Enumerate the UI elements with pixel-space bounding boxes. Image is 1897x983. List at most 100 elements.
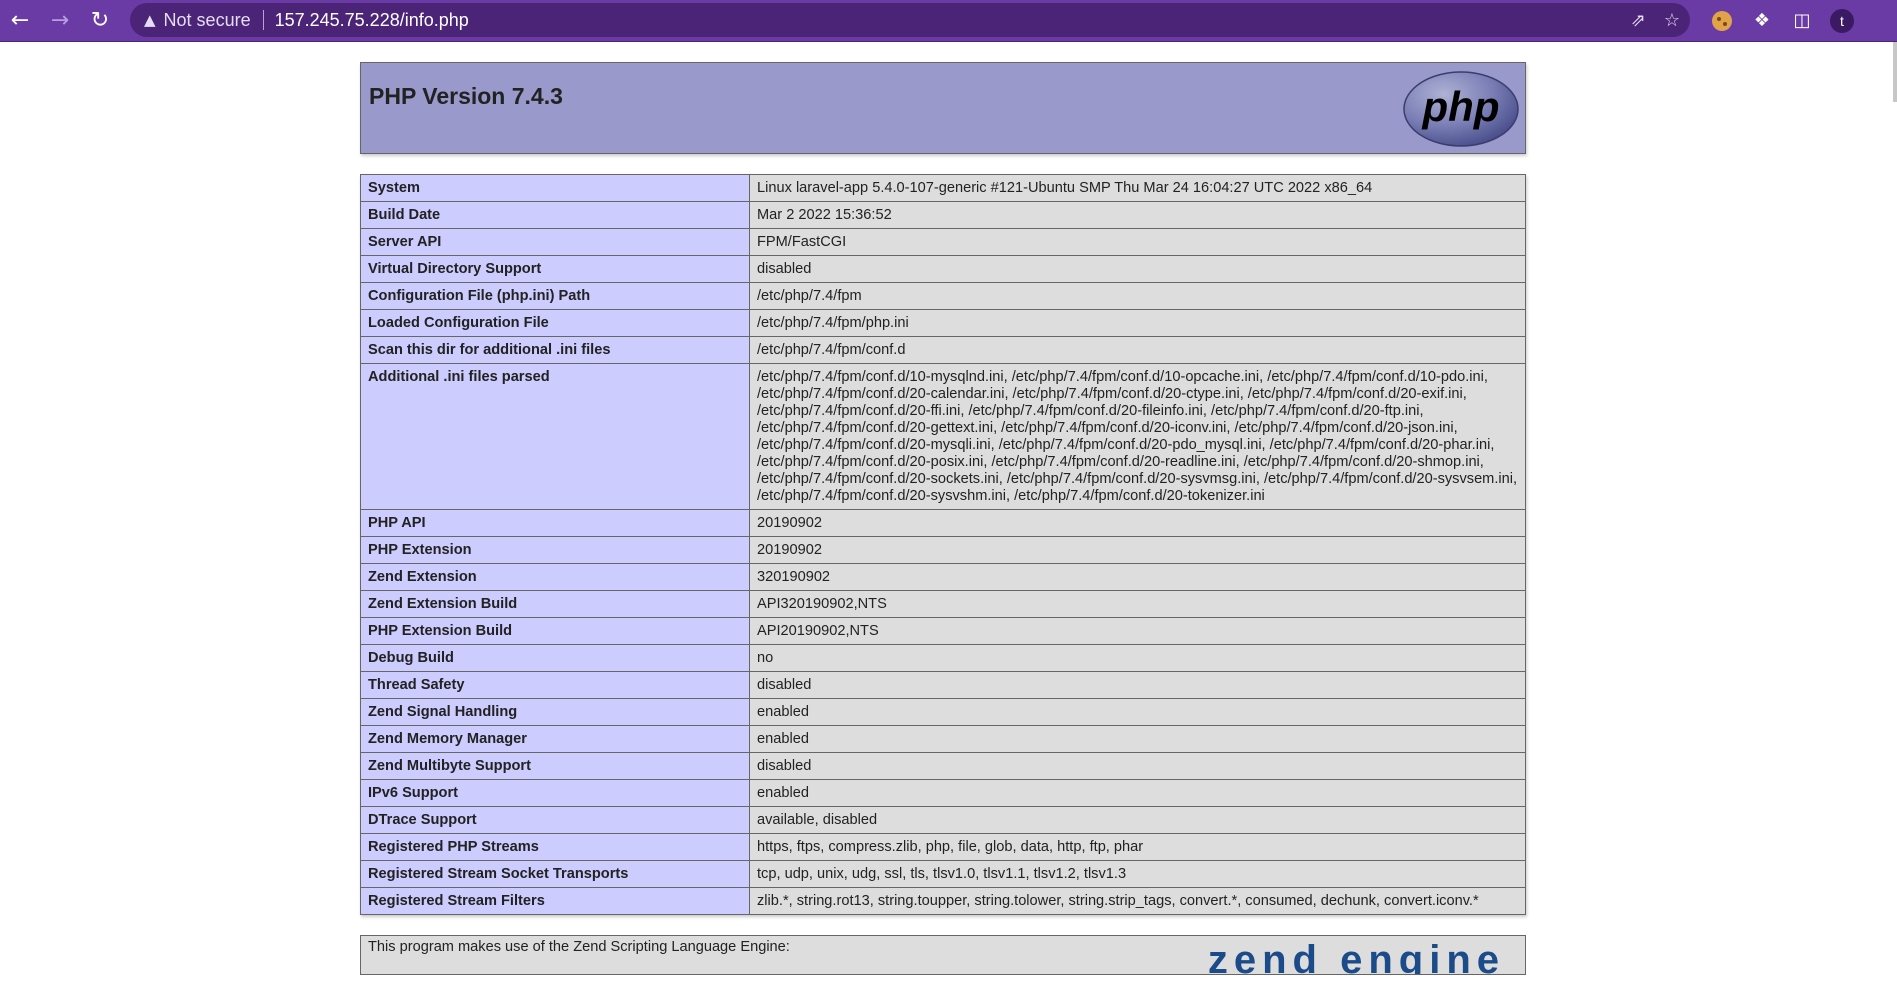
row-value: Linux laravel-app 5.4.0-107-generic #121… [749, 174, 1526, 202]
toolbar-divider [0, 41, 1897, 42]
row-value: API20190902,NTS [749, 617, 1526, 645]
row-value: /etc/php/7.4/fpm/conf.d/10-mysqlnd.ini, … [749, 363, 1526, 510]
table-row: Debug Build no [360, 644, 1526, 672]
row-key: Server API [360, 228, 750, 256]
row-key: Scan this dir for additional .ini files [360, 336, 750, 364]
row-key: Additional .ini files parsed [360, 363, 750, 510]
phpinfo-page: PHP Version 7.4.3 php System Linux larave… [360, 62, 1526, 975]
table-row: Zend Memory Manager enabled [360, 725, 1526, 753]
row-value: https, ftps, compress.zlib, php, file, g… [749, 833, 1526, 861]
table-row: Registered PHP Streams https, ftps, compr… [360, 833, 1526, 861]
row-value: /etc/php/7.4/fpm/php.ini [749, 309, 1526, 337]
address-bar[interactable]: ▲ Not secure 157.245.75.228/info.php ⇗ ☆ [130, 3, 1690, 37]
star-icon[interactable]: ☆ [1664, 10, 1680, 31]
table-row: Loaded Configuration File/etc/php/7.4/fp… [360, 309, 1526, 337]
table-row: Thread Safety disabled [360, 671, 1526, 699]
row-value: available, disabled [749, 806, 1526, 834]
page-scrollbar[interactable] [1893, 42, 1897, 102]
browser-toolbar: ← → ↻ ▲ Not secure 157.245.75.228/info.p… [0, 0, 1897, 41]
php-logo-text: php [1422, 83, 1500, 130]
table-row: Zend Signal Handling enabled [360, 698, 1526, 726]
row-key: Zend Signal Handling [360, 698, 750, 726]
cookie-icon[interactable] [1710, 10, 1734, 31]
zend-engine-logo: zend engine [1207, 938, 1505, 975]
row-value: disabled [749, 255, 1526, 283]
table-row: Registered Stream Socket Transports tcp, … [360, 860, 1526, 888]
table-row: PHP Extension Build API20190902,NTS [360, 617, 1526, 645]
zend-engine-text: This program makes use of the Zend Scrip… [368, 939, 790, 955]
puzzle-icon[interactable]: ❖ [1750, 10, 1774, 31]
row-key: Registered Stream Filters [360, 887, 750, 915]
row-value: /etc/php/7.4/fpm [749, 282, 1526, 310]
row-value: no [749, 644, 1526, 672]
extensions-area: ❖ ◫ t [1710, 0, 1854, 41]
row-key: DTrace Support [360, 806, 750, 834]
arrow-left-icon: ← [10, 8, 30, 33]
row-key: Debug Build [360, 644, 750, 672]
row-key: Zend Multibyte Support [360, 752, 750, 780]
row-value: 320190902 [749, 563, 1526, 591]
table-row: Zend Extension 320190902 [360, 563, 1526, 591]
omnibox-divider [262, 10, 264, 30]
forward-button[interactable]: → [40, 0, 80, 41]
arrow-right-icon: → [50, 8, 70, 33]
row-value: enabled [749, 779, 1526, 807]
row-key: Registered Stream Socket Transports [360, 860, 750, 888]
row-key: PHP Extension [360, 536, 750, 564]
row-value: 20190902 [749, 536, 1526, 564]
row-value: disabled [749, 752, 1526, 780]
row-value: disabled [749, 671, 1526, 699]
row-key: Registered PHP Streams [360, 833, 750, 861]
reload-icon: ↻ [90, 8, 110, 33]
avatar[interactable]: t [1830, 8, 1854, 33]
row-key: Zend Extension Build [360, 590, 750, 618]
warning-triangle-icon[interactable]: ▲ [144, 11, 156, 29]
table-row: Build Date Mar 2 2022 15:36:52 [360, 201, 1526, 229]
table-row: DTrace Support available, disabled [360, 806, 1526, 834]
table-row: Configuration File (php.ini) Path/etc/ph… [360, 282, 1526, 310]
phpinfo-header: PHP Version 7.4.3 php [360, 62, 1526, 154]
row-key: PHP API [360, 509, 750, 537]
row-key: System [360, 174, 750, 202]
row-key: IPv6 Support [360, 779, 750, 807]
table-row: PHP API 20190902 [360, 509, 1526, 537]
phpinfo-table: System Linux laravel-app 5.4.0-107-generi… [360, 174, 1526, 915]
row-value: /etc/php/7.4/fpm/conf.d [749, 336, 1526, 364]
phpinfo-table-body: System Linux laravel-app 5.4.0-107-generi… [360, 174, 1526, 915]
share-icon[interactable]: ⇗ [1631, 10, 1646, 31]
omnibox-actions: ⇗ ☆ [1631, 3, 1680, 37]
table-row: System Linux laravel-app 5.4.0-107-generi… [360, 174, 1526, 202]
row-value: enabled [749, 698, 1526, 726]
row-key: Zend Extension [360, 563, 750, 591]
row-value: tcp, udp, unix, udg, ssl, tls, tlsv1.0, … [749, 860, 1526, 888]
row-key: Thread Safety [360, 671, 750, 699]
row-value: enabled [749, 725, 1526, 753]
row-value: 20190902 [749, 509, 1526, 537]
row-value: API320190902,NTS [749, 590, 1526, 618]
row-value: zlib.*, string.rot13, string.toupper, st… [749, 887, 1526, 915]
table-row: Zend Multibyte Support disabled [360, 752, 1526, 780]
row-key: Zend Memory Manager [360, 725, 750, 753]
table-row: Zend Extension Build API320190902,NTS [360, 590, 1526, 618]
security-label[interactable]: Not secure [164, 10, 251, 31]
row-value: Mar 2 2022 15:36:52 [749, 201, 1526, 229]
php-logo: php [1403, 71, 1519, 147]
table-row: PHP Extension 20190902 [360, 536, 1526, 564]
url-text[interactable]: 157.245.75.228/info.php [275, 10, 469, 31]
table-row: Server API FPM/FastCGI [360, 228, 1526, 256]
row-key: Loaded Configuration File [360, 309, 750, 337]
row-key: Virtual Directory Support [360, 255, 750, 283]
table-row: Additional .ini files parsed/etc/php/7.4… [360, 363, 1526, 510]
row-key: Build Date [360, 201, 750, 229]
row-value: FPM/FastCGI [749, 228, 1526, 256]
zend-engine-box: This program makes use of the Zend Scrip… [360, 935, 1526, 975]
back-button[interactable]: ← [0, 0, 40, 41]
table-row: IPv6 Support enabled [360, 779, 1526, 807]
page-title: PHP Version 7.4.3 [369, 83, 563, 109]
reload-button[interactable]: ↻ [80, 0, 120, 41]
side-panel-icon[interactable]: ◫ [1790, 10, 1814, 31]
table-row: Virtual Directory Support disabled [360, 255, 1526, 283]
row-key: Configuration File (php.ini) Path [360, 282, 750, 310]
table-row: Scan this dir for additional .ini files /… [360, 336, 1526, 364]
row-key: PHP Extension Build [360, 617, 750, 645]
